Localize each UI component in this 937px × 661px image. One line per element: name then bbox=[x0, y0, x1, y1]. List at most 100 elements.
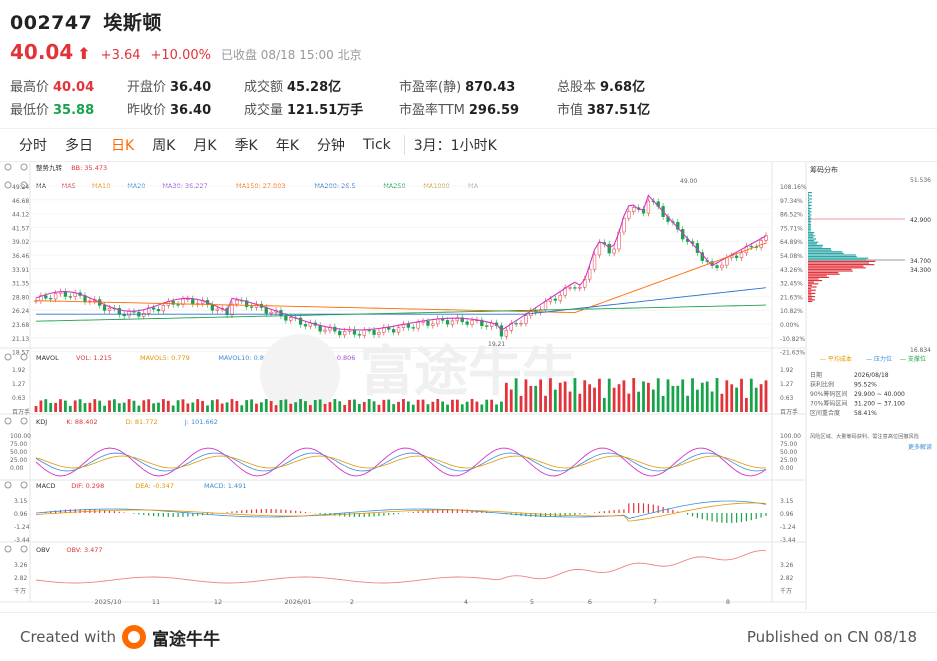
volume-bar bbox=[754, 387, 758, 412]
volume-bar bbox=[431, 401, 435, 412]
tab-9[interactable]: 3月：1小时K bbox=[403, 135, 506, 155]
tab-1[interactable]: 多日 bbox=[56, 135, 102, 155]
volume-bar bbox=[637, 391, 641, 412]
chip-bar bbox=[808, 243, 817, 245]
kdj-tick: 25.00 bbox=[10, 457, 27, 464]
chip-row-key: 获利比例 bbox=[810, 381, 834, 389]
tab-3[interactable]: 周K bbox=[143, 135, 184, 155]
chip-bar bbox=[808, 292, 816, 294]
x-label: 7 bbox=[653, 598, 657, 606]
vol-tick: 百万手 bbox=[12, 408, 30, 416]
volume-bar bbox=[509, 389, 513, 412]
chip-bar bbox=[808, 260, 876, 262]
volume-bar bbox=[735, 387, 739, 412]
legend-top-item-1: BB: 35.473 bbox=[71, 164, 107, 172]
macd-bar bbox=[236, 510, 238, 513]
volume-bar bbox=[338, 401, 342, 412]
kline-chart[interactable]: 整势九转 BB: 35.473MA MA5 MA10 MA20 MA30: 36.227 M… bbox=[0, 162, 937, 610]
stock-name: 埃斯顿 bbox=[103, 12, 162, 34]
tab-2[interactable]: 日K bbox=[102, 135, 143, 155]
published-label: Published on CN 08/18 bbox=[746, 628, 917, 646]
candle-body bbox=[68, 296, 72, 298]
candle-body bbox=[107, 307, 112, 311]
candle-body bbox=[289, 317, 293, 321]
macd-bar bbox=[59, 510, 62, 513]
pct-tick: 54.08% bbox=[780, 253, 803, 260]
x-label: 2026/01 bbox=[284, 598, 311, 606]
volume-bar bbox=[460, 404, 464, 412]
futu-logo-icon bbox=[121, 625, 146, 649]
volume-bar bbox=[549, 378, 552, 412]
macd-bar bbox=[584, 513, 586, 514]
candle-body bbox=[568, 287, 572, 289]
volume-bar bbox=[642, 381, 645, 412]
price-tick: 18.57 bbox=[12, 350, 29, 357]
volume-bar bbox=[451, 399, 454, 412]
price-tick: 26.24 bbox=[12, 308, 29, 315]
macd-bar bbox=[691, 513, 694, 517]
legend-macd-item-3: MACD: 1.491 bbox=[204, 482, 246, 490]
obv-tick-r: 3.26 bbox=[780, 562, 794, 569]
chip-bar bbox=[808, 251, 843, 253]
candle-body bbox=[102, 305, 107, 311]
candle-body bbox=[553, 298, 557, 301]
volume-bar bbox=[524, 379, 528, 412]
legend-kdj-item-3: J: 101.662 bbox=[184, 418, 218, 426]
macd-bar bbox=[118, 511, 120, 513]
candle-body bbox=[269, 311, 273, 314]
tab-0[interactable]: 分时 bbox=[10, 135, 56, 155]
volume-bar bbox=[362, 401, 366, 412]
chip-bar bbox=[808, 224, 811, 226]
volume-bar bbox=[235, 400, 239, 412]
macd-bar bbox=[246, 509, 248, 513]
chip-more-link[interactable]: 更多解读 bbox=[908, 443, 932, 451]
volume-bar bbox=[382, 399, 386, 412]
candle-body bbox=[587, 268, 592, 280]
candle-body bbox=[715, 265, 719, 268]
volume-bar bbox=[274, 405, 278, 412]
volume-bar bbox=[529, 385, 533, 412]
volume-bar bbox=[534, 385, 538, 412]
chip-bar bbox=[808, 268, 852, 270]
vol-tick-r: 1.27 bbox=[780, 381, 794, 388]
tab-8[interactable]: Tick bbox=[354, 137, 400, 153]
macd-bar bbox=[231, 511, 233, 513]
obv-tick: 千万 bbox=[14, 587, 26, 595]
tab-7[interactable]: 分钟 bbox=[308, 135, 354, 155]
vol-tick-r: 百万手 bbox=[780, 408, 798, 416]
vol-tick: 0.63 bbox=[12, 395, 26, 402]
volume-bar bbox=[730, 384, 734, 412]
tab-4[interactable]: 月K bbox=[184, 135, 225, 155]
volume-bar bbox=[607, 378, 611, 412]
macd-bar bbox=[226, 512, 228, 513]
volume-bar bbox=[230, 399, 234, 412]
volume-bar bbox=[54, 402, 57, 412]
chip-bar bbox=[808, 206, 810, 208]
x-label: 4 bbox=[464, 598, 468, 606]
obv-tick: 2.82 bbox=[14, 575, 28, 582]
legend-macd-item-2: DEA: -0.347 bbox=[135, 482, 174, 490]
stat-label: 市盈率TTM bbox=[399, 103, 465, 118]
chip-legend-2: — 支撑位 bbox=[900, 355, 926, 363]
volume-bar bbox=[259, 402, 263, 412]
volume-bar bbox=[367, 399, 371, 412]
volume-bar bbox=[632, 378, 636, 412]
chip-bar bbox=[808, 273, 840, 275]
volume-bar bbox=[112, 399, 116, 412]
tab-5[interactable]: 季K bbox=[226, 135, 267, 155]
tab-6[interactable]: 年K bbox=[267, 135, 308, 155]
chip-bar bbox=[808, 284, 812, 286]
macd-bar bbox=[603, 511, 605, 513]
volume-bar bbox=[676, 385, 680, 412]
volume-bar bbox=[132, 400, 136, 412]
stat-9: 市值 387.51亿 bbox=[557, 99, 697, 118]
price-tick: 31.35 bbox=[12, 281, 29, 288]
vol-tick-r: 1.92 bbox=[780, 367, 794, 374]
macd-tick-r: -3.44 bbox=[780, 537, 796, 544]
candle-body bbox=[191, 298, 195, 305]
macd-bar bbox=[618, 509, 620, 513]
volume-bar bbox=[480, 404, 484, 412]
volume-bar bbox=[147, 399, 151, 412]
price-change-pct: +10.00% bbox=[150, 48, 211, 63]
chip-title: 筹码分布 bbox=[810, 165, 838, 174]
